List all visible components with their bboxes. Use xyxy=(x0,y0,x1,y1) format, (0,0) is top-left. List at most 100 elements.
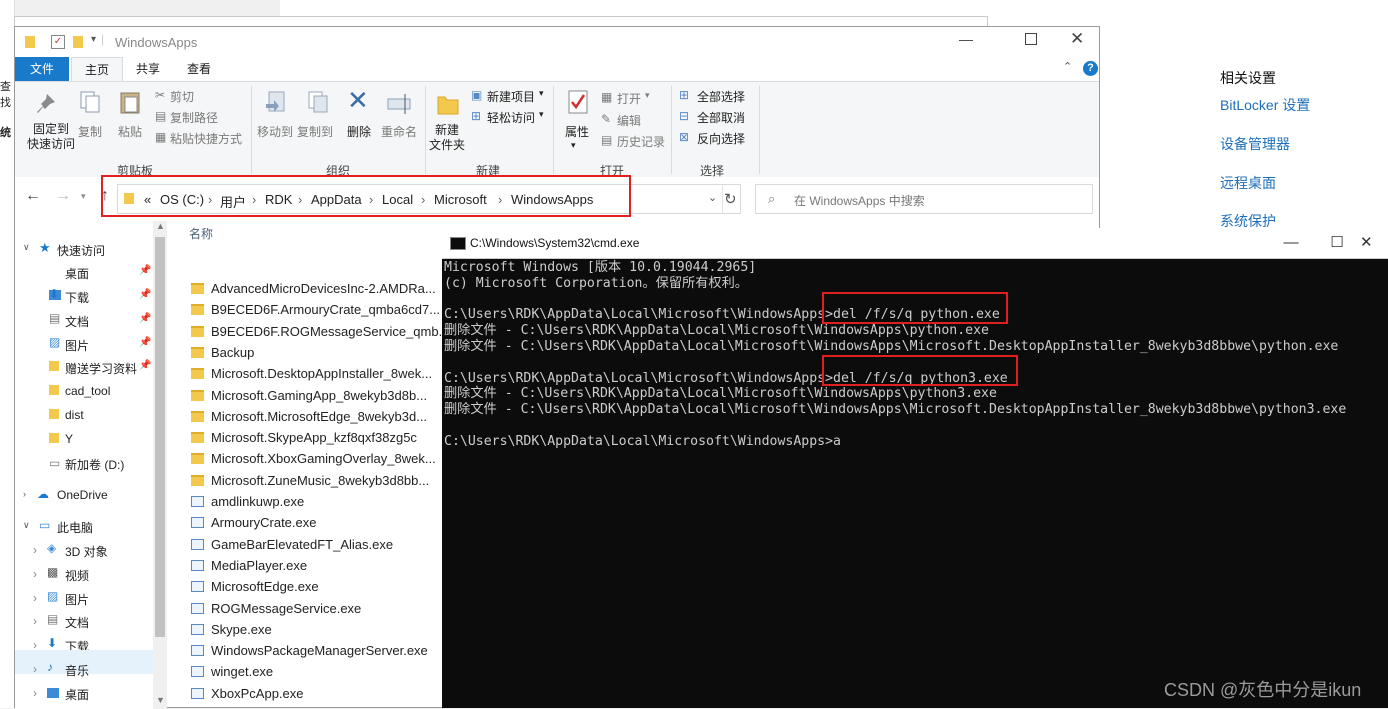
select-all-button[interactable]: 全部选择 xyxy=(697,88,745,105)
refresh-icon[interactable]: ↻ xyxy=(724,190,737,208)
forward-button[interactable]: → xyxy=(55,187,71,205)
pin-to-quick-access-button[interactable]: 固定到 快速访问 xyxy=(27,122,75,152)
file-row[interactable]: Backup xyxy=(191,343,254,363)
file-row[interactable]: MicrosoftEdge.exe xyxy=(191,577,319,597)
file-row[interactable]: Microsoft.ZuneMusic_8wekyb3d8bb... xyxy=(191,471,429,491)
help-icon[interactable]: ? xyxy=(1083,61,1098,76)
file-row[interactable]: Microsoft.DesktopAppInstaller_8wek... xyxy=(191,364,432,384)
nav-pc-videos[interactable]: 视频 xyxy=(65,567,89,584)
paste-button[interactable]: 粘贴 xyxy=(118,123,142,140)
collapse-ribbon-icon[interactable]: ⌃ xyxy=(1063,60,1072,73)
file-row[interactable]: AdvancedMicroDevicesInc-2.AMDRa... xyxy=(191,279,436,299)
history-button[interactable]: 历史记录 xyxy=(617,133,665,150)
nav-item-desktop[interactable]: 桌面 xyxy=(65,265,89,282)
nav-item-study-materials[interactable]: 赠送学习资料 xyxy=(65,360,137,377)
chevron-down-icon[interactable]: ⌄ xyxy=(708,191,717,204)
scroll-down-icon[interactable]: ▼ xyxy=(156,695,165,705)
invert-selection-button[interactable]: 反向选择 xyxy=(697,130,745,147)
cmd-maximize-button[interactable]: ☐ xyxy=(1314,228,1360,258)
file-row[interactable]: MediaPlayer.exe xyxy=(191,556,307,576)
expand-icon[interactable]: › xyxy=(23,489,26,499)
close-button[interactable]: ✕ xyxy=(1070,29,1084,49)
select-none-button[interactable]: 全部取消 xyxy=(697,109,745,126)
move-to-button[interactable]: 移动到 xyxy=(257,123,293,140)
move-to-icon xyxy=(266,91,285,112)
nav-quick-access[interactable]: 快速访问 xyxy=(57,242,105,259)
search-input[interactable]: 在 WindowsApps 中搜索 xyxy=(794,192,925,209)
nav-item-drive-d[interactable]: 新加卷 (D:) xyxy=(65,456,124,473)
file-row[interactable]: ArmouryCrate.exe xyxy=(191,513,316,533)
file-row[interactable]: Skype.exe xyxy=(191,620,272,640)
expand-icon[interactable]: › xyxy=(33,614,37,628)
search-box[interactable]: ⌕ 在 WindowsApps 中搜索 xyxy=(755,184,1093,214)
file-row[interactable]: amdlinkuwp.exe xyxy=(191,492,304,512)
properties-button[interactable]: 属性 xyxy=(565,123,589,140)
tab-view[interactable]: 查看 xyxy=(173,57,225,81)
nav-pc-documents[interactable]: 文档 xyxy=(65,614,89,631)
file-row[interactable]: B9ECED6F.ROGMessageService_qmb... xyxy=(191,322,449,342)
delete-button[interactable]: 删除 xyxy=(347,123,371,140)
customize-toolbar-icon[interactable]: ▾ xyxy=(91,34,96,45)
column-header-name[interactable]: 名称 xyxy=(189,225,213,242)
nav-pc-desktop[interactable]: 桌面 xyxy=(65,686,89,703)
edit-button[interactable]: 编辑 xyxy=(617,112,641,129)
expand-icon[interactable]: › xyxy=(33,543,37,557)
nav-scrollbar[interactable]: ▲ ▼ xyxy=(153,221,167,709)
file-row[interactable]: Microsoft.XboxGamingOverlay_8wek... xyxy=(191,449,436,469)
expand-icon[interactable]: › xyxy=(33,567,37,581)
copy-button[interactable]: 复制 xyxy=(78,123,102,140)
cmd-minimize-button[interactable]: — xyxy=(1268,228,1314,258)
collapse-icon[interactable]: ∨ xyxy=(23,242,30,253)
nav-item-y[interactable]: Y xyxy=(65,432,73,446)
expand-icon[interactable]: › xyxy=(33,686,37,700)
expand-icon[interactable]: › xyxy=(33,591,37,605)
paste-shortcut-button[interactable]: 粘贴快捷方式 xyxy=(170,130,242,147)
copy-path-button[interactable]: 复制路径 xyxy=(170,109,218,126)
tab-file[interactable]: 文件 xyxy=(15,57,69,81)
tab-home[interactable]: 主页 xyxy=(71,57,123,81)
properties-quick-icon[interactable]: ✓ xyxy=(51,35,65,49)
device-manager-link[interactable]: 设备管理器 xyxy=(1220,134,1290,154)
nav-item-documents[interactable]: 文档 xyxy=(65,313,89,330)
recent-locations-button[interactable]: ▾ xyxy=(81,191,86,202)
new-folder-button[interactable]: 新建 文件夹 xyxy=(429,123,465,153)
file-row[interactable]: B9ECED6F.ArmouryCrate_qmba6cd7... xyxy=(191,300,440,320)
expand-icon[interactable]: › xyxy=(33,662,37,676)
nav-pc-3d-objects[interactable]: 3D 对象 xyxy=(65,543,108,560)
nav-pc-music[interactable]: 音乐 xyxy=(65,662,89,679)
new-folder-quick-icon[interactable] xyxy=(73,36,83,48)
exe-icon xyxy=(191,623,204,635)
new-item-button[interactable]: 新建项目 xyxy=(487,88,535,105)
nav-onedrive[interactable]: OneDrive xyxy=(57,488,108,502)
easy-access-button[interactable]: 轻松访问 xyxy=(487,109,535,126)
file-row[interactable]: ROGMessageService.exe xyxy=(191,599,361,619)
nav-item-downloads[interactable]: 下载 xyxy=(65,289,89,306)
cut-button[interactable]: 剪切 xyxy=(170,88,194,105)
rename-button[interactable]: 重命名 xyxy=(381,123,417,140)
file-row[interactable]: GameBarElevatedFT_Alias.exe xyxy=(191,535,393,555)
nav-item-dist[interactable]: dist xyxy=(65,408,84,422)
nav-this-pc[interactable]: 此电脑 xyxy=(57,519,93,536)
file-row[interactable]: Microsoft.MicrosoftEdge_8wekyb3d... xyxy=(191,407,427,427)
nav-item-pictures[interactable]: 图片 xyxy=(65,337,89,354)
file-row[interactable]: winget.exe xyxy=(191,662,273,682)
file-row[interactable]: XboxPcApp.exe xyxy=(191,684,304,704)
file-row[interactable]: WindowsPackageManagerServer.exe xyxy=(191,641,428,661)
remote-desktop-link[interactable]: 远程桌面 xyxy=(1220,173,1276,193)
scrollbar-thumb[interactable] xyxy=(155,237,165,637)
cmd-close-button[interactable]: ✕ xyxy=(1360,228,1388,258)
open-button[interactable]: 打开 xyxy=(617,90,641,107)
bitlocker-link[interactable]: BitLocker 设置 xyxy=(1220,95,1310,115)
minimize-button[interactable]: — xyxy=(959,31,973,47)
file-row[interactable]: Microsoft.SkypeApp_kzf8qxf38zg5c xyxy=(191,428,417,448)
maximize-button[interactable] xyxy=(1025,33,1037,45)
edge-text: 查找 xyxy=(0,81,11,109)
back-button[interactable]: ← xyxy=(25,187,41,205)
nav-pc-pictures[interactable]: 图片 xyxy=(65,591,89,608)
file-row[interactable]: Microsoft.GamingApp_8wekyb3d8b... xyxy=(191,386,427,406)
tab-share[interactable]: 共享 xyxy=(123,57,173,81)
collapse-icon[interactable]: ∨ xyxy=(23,520,30,531)
copy-to-button[interactable]: 复制到 xyxy=(297,123,333,140)
scroll-up-icon[interactable]: ▲ xyxy=(156,221,165,231)
nav-item-cad-tool[interactable]: cad_tool xyxy=(65,384,110,398)
